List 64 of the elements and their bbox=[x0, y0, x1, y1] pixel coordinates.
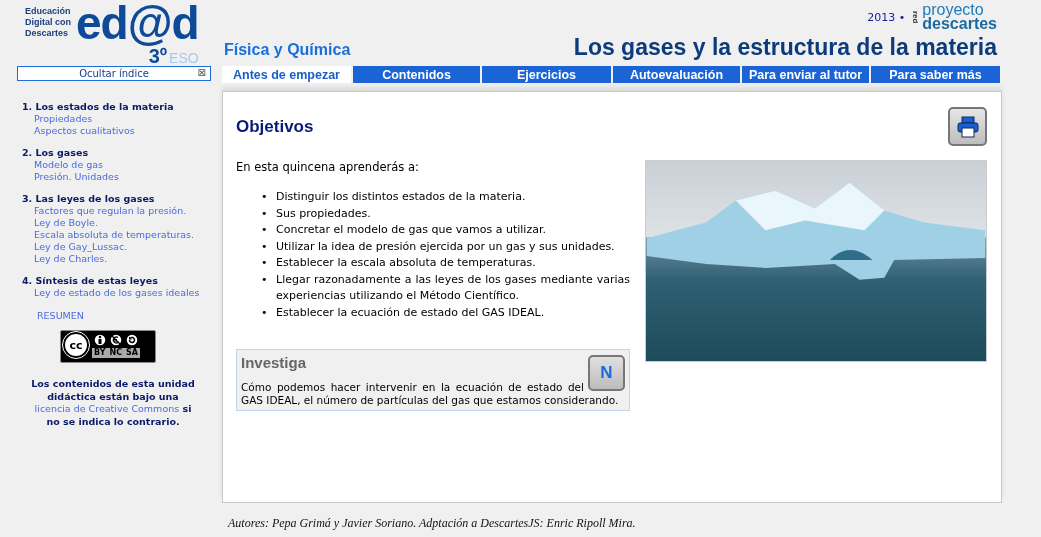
hide-index-toggle[interactable]: Ocultar índice ⊠ bbox=[17, 66, 211, 81]
brand-prefix: red bbox=[911, 10, 921, 24]
index-link[interactable]: Presión. Unidades bbox=[34, 171, 220, 183]
objective-item: Establecer la escala absoluta de temperaturas. bbox=[276, 255, 537, 271]
license-mark: cc bbox=[63, 332, 89, 358]
objective-item: Llegar razonadamente a las leyes de los gases mediante varias experiencias utilizando el Método Científico. bbox=[276, 271, 630, 304]
share-alike-icon bbox=[125, 332, 139, 347]
bullet-mark: • bbox=[261, 189, 269, 205]
bullet-mark: • bbox=[261, 205, 269, 222]
bullet-mark: • bbox=[261, 304, 269, 321]
course-stage: ESO bbox=[169, 49, 199, 68]
index-section-link[interactable]: 1. Los estados de la materia bbox=[22, 101, 220, 113]
bullet-mark: • bbox=[261, 255, 269, 271]
intro-text: En esta quincena aprenderás a: bbox=[236, 160, 420, 174]
license-term: NC bbox=[109, 347, 123, 358]
index-link[interactable]: Factores que regulan la presión. bbox=[34, 205, 220, 217]
logo-caption: Educación bbox=[25, 6, 72, 17]
index-link[interactable]: Modelo de gas bbox=[34, 159, 220, 171]
logo-text: ed@d bbox=[76, 0, 199, 46]
index-link[interactable]: Ley de Boyle. bbox=[34, 217, 220, 229]
index-link[interactable]: Propiedades bbox=[34, 113, 220, 125]
logo-caption: Descartes bbox=[25, 28, 70, 39]
tab[interactable]: Para enviar al tutor bbox=[742, 66, 869, 83]
objective-item: Distinguir los distintos estados de la materia. bbox=[276, 189, 527, 205]
brand-logo-text: descartes bbox=[922, 17, 997, 31]
tab[interactable]: Autoevaluación bbox=[613, 66, 740, 83]
subject-title: Física y Química bbox=[224, 41, 351, 59]
summary-link[interactable]: RESUMEN bbox=[37, 310, 84, 321]
bullet-mark: • bbox=[261, 222, 269, 238]
tab[interactable]: Para saber más bbox=[871, 66, 1000, 83]
authors-credit: Autores: Pepa Grimá y Javier Soriano. Adptación a DescartesJS: Enric Ripoll Mira. bbox=[228, 516, 636, 530]
brand-logo-text: proyecto bbox=[922, 3, 984, 17]
objective-item: Utilizar la idea de presión ejercida por un gas y sus unidades. bbox=[276, 238, 616, 255]
license-term: SA bbox=[126, 347, 138, 358]
index-link[interactable]: Escala absoluta de temperaturas. bbox=[34, 229, 220, 241]
license-link[interactable]: licencia de Creative Commons bbox=[34, 403, 180, 414]
tab[interactable]: Antes de empezar bbox=[222, 66, 351, 83]
investigate-button[interactable]: N bbox=[588, 355, 625, 391]
objective-item: Concretar el modelo de gas que vamos a utilizar. bbox=[276, 222, 547, 238]
license-text: Los contenidos de esta unidad didáctica están bajo una licencia de Creative Commons si no se indica lo contrario. bbox=[30, 378, 196, 428]
index-link[interactable]: Ley de Charles. bbox=[34, 253, 220, 265]
index-link[interactable]: Ley de Gay_Lussac. bbox=[34, 241, 220, 253]
printer-icon bbox=[955, 114, 980, 139]
investigate-title: Investiga bbox=[241, 354, 308, 371]
index-section-link[interactable]: 3. Las leyes de los gases bbox=[22, 193, 220, 205]
index-section-link[interactable]: 2. Los gases bbox=[22, 147, 220, 159]
section-heading: Objetivos bbox=[236, 117, 314, 137]
year-label: 2013 • bbox=[867, 10, 906, 24]
index-section-link[interactable]: 4. Síntesis de estas leyes bbox=[22, 275, 220, 287]
objective-item: Sus propiedades. bbox=[276, 205, 372, 222]
index-link[interactable]: Aspectos cualitativos bbox=[34, 125, 220, 137]
course-level: 3º bbox=[148, 46, 168, 66]
tab[interactable]: Ejercicios bbox=[482, 66, 611, 83]
license-term: BY bbox=[94, 347, 106, 358]
bullet-mark: • bbox=[261, 271, 269, 288]
objective-item: Establecer la ecuación de estado del GAS IDEAL. bbox=[276, 304, 546, 321]
bullet-mark: • bbox=[261, 238, 269, 255]
logo-caption: Digital con bbox=[25, 17, 72, 28]
unit-title: Los gases y la estructura de la materia bbox=[573, 34, 997, 61]
license-badge[interactable]: cc BY NC SA bbox=[60, 330, 156, 363]
tab[interactable]: Contenidos bbox=[353, 66, 480, 83]
index-link[interactable]: Ley de estado de los gases ideales bbox=[34, 287, 220, 299]
print-button[interactable] bbox=[948, 107, 987, 146]
close-box-icon: ⊠ bbox=[197, 67, 206, 78]
